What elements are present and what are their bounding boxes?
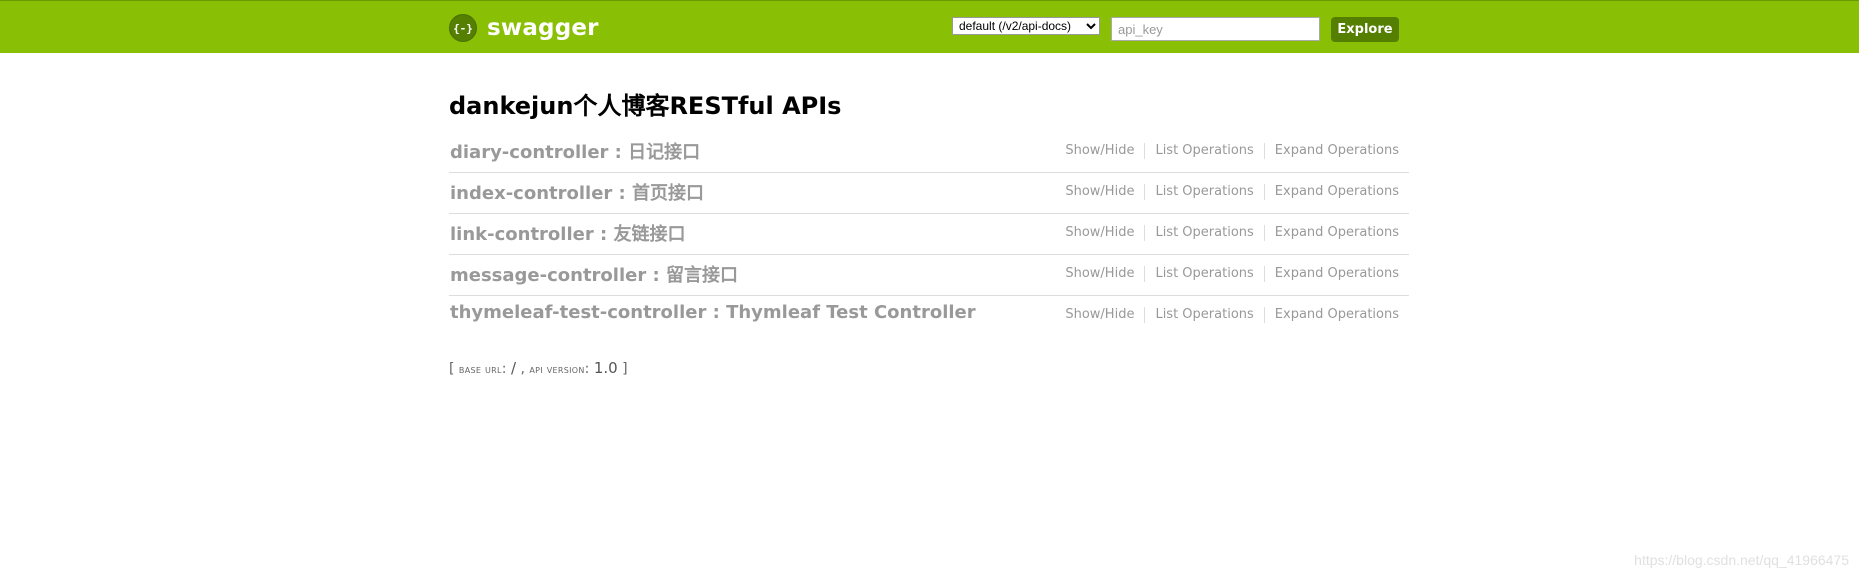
close-bracket: ] xyxy=(617,361,628,377)
expand-operations-link[interactable]: Expand Operations xyxy=(1263,307,1399,323)
show-hide-link[interactable]: Show/Hide xyxy=(1065,266,1144,282)
resource-operations: Show/Hide List Operations Expand Operati… xyxy=(1065,266,1399,282)
api-key-input[interactable] xyxy=(1111,17,1320,41)
base-url-label: base url xyxy=(458,363,502,376)
show-hide-link[interactable]: Show/Hide xyxy=(1065,184,1144,200)
api-version-value: 1.0 xyxy=(593,359,618,377)
resource-operations: Show/Hide List Operations Expand Operati… xyxy=(1065,143,1399,159)
info-separator: , xyxy=(516,361,530,377)
list-operations-link[interactable]: List Operations xyxy=(1144,143,1263,159)
list-operations-link[interactable]: List Operations xyxy=(1144,184,1263,200)
show-hide-link[interactable]: Show/Hide xyxy=(1065,143,1144,159)
logo-text: swagger xyxy=(487,15,599,41)
resource-operations: Show/Hide List Operations Expand Operati… xyxy=(1065,184,1399,200)
open-bracket: [ xyxy=(449,361,459,377)
expand-operations-link[interactable]: Expand Operations xyxy=(1263,184,1399,200)
list-operations-link[interactable]: List Operations xyxy=(1144,266,1263,282)
api-info: [ base url: / , api version: 1.0 ] xyxy=(449,359,628,377)
resource-row: link-controller : 友链接口 Show/Hide List Op… xyxy=(449,214,1409,255)
resource-name-link[interactable]: link-controller : 友链接口 xyxy=(450,220,685,246)
resource-name-link[interactable]: thymeleaf-test-controller : Thymleaf Tes… xyxy=(450,302,976,323)
main-content: dankejun个人博客RESTful APIs diary-controlle… xyxy=(449,88,1409,377)
resource-row: diary-controller : 日记接口 Show/Hide List O… xyxy=(449,132,1409,173)
resource-name-link[interactable]: diary-controller : 日记接口 xyxy=(450,138,700,164)
api-version-label: api version xyxy=(529,363,585,376)
explore-button[interactable]: Explore xyxy=(1331,17,1399,42)
expand-operations-link[interactable]: Expand Operations xyxy=(1263,143,1399,159)
resource-name-link[interactable]: message-controller : 留言接口 xyxy=(450,261,738,287)
page-title: dankejun个人博客RESTful APIs xyxy=(449,92,842,120)
list-operations-link[interactable]: List Operations xyxy=(1144,225,1263,241)
api-spec-select[interactable]: default (/v2/api-docs) xyxy=(952,17,1100,35)
resource-list: diary-controller : 日记接口 Show/Hide List O… xyxy=(449,132,1409,337)
resource-row: index-controller : 首页接口 Show/Hide List O… xyxy=(449,173,1409,214)
expand-operations-link[interactable]: Expand Operations xyxy=(1263,225,1399,241)
resource-name-link[interactable]: index-controller : 首页接口 xyxy=(450,179,704,205)
expand-operations-link[interactable]: Expand Operations xyxy=(1263,266,1399,282)
top-bar: {-} swagger default (/v2/api-docs) Explo… xyxy=(0,0,1859,53)
swagger-logo[interactable]: {-} swagger xyxy=(449,14,599,42)
show-hide-link[interactable]: Show/Hide xyxy=(1065,225,1144,241)
show-hide-link[interactable]: Show/Hide xyxy=(1065,307,1144,323)
resource-operations: Show/Hide List Operations Expand Operati… xyxy=(1065,225,1399,241)
resource-row: message-controller : 留言接口 Show/Hide List… xyxy=(449,255,1409,296)
resource-row: thymeleaf-test-controller : Thymleaf Tes… xyxy=(449,296,1409,337)
swagger-logo-icon: {-} xyxy=(449,14,477,42)
watermark: https://blog.csdn.net/qq_41966475 xyxy=(1634,552,1849,568)
resource-operations: Show/Hide List Operations Expand Operati… xyxy=(1065,307,1399,323)
list-operations-link[interactable]: List Operations xyxy=(1144,307,1263,323)
